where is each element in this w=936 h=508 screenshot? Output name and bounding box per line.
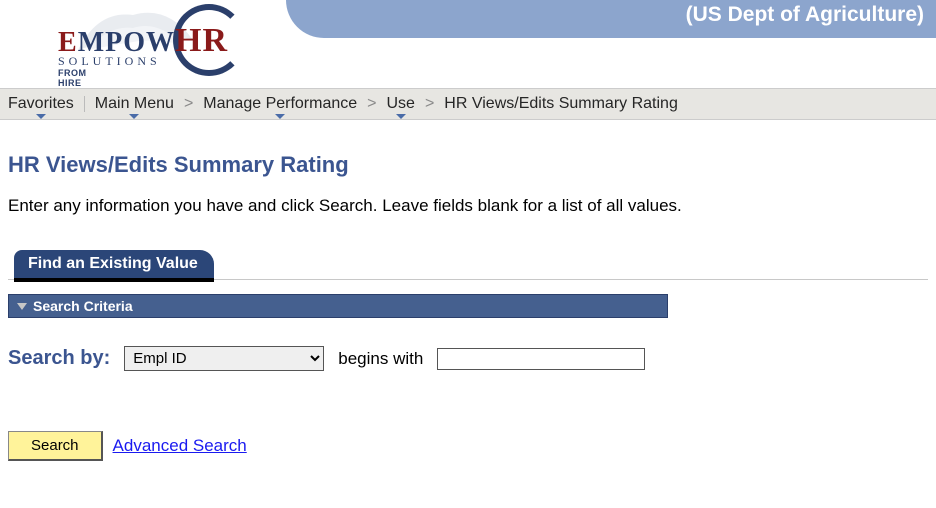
breadcrumb-manage-performance[interactable]: Manage Performance <box>203 95 357 113</box>
search-by-select[interactable]: Empl ID <box>124 346 324 371</box>
logo-suffix: HR <box>175 22 228 59</box>
chevron-right-icon: > <box>425 95 434 113</box>
breadcrumb: Favorites Main Menu > Manage Performance… <box>0 88 936 120</box>
breadcrumb-main-menu[interactable]: Main Menu <box>95 95 174 113</box>
page-title: HR Views/Edits Summary Rating <box>8 152 928 178</box>
tab-row: Find an Existing Value <box>8 250 928 280</box>
chevron-right-icon: > <box>367 95 376 113</box>
advanced-search-link[interactable]: Advanced Search <box>113 436 247 456</box>
chevron-right-icon: > <box>184 95 193 113</box>
search-input[interactable] <box>437 348 645 370</box>
search-row: Search by: Empl ID begins with <box>8 346 928 371</box>
logo-sub2: FROM HIRE TO RETIRE <box>58 68 94 88</box>
triangle-down-icon <box>17 303 27 310</box>
search-criteria-label: Search Criteria <box>33 298 133 314</box>
content: HR Views/Edits Summary Rating Enter any … <box>0 120 936 481</box>
header-banner: (US Dept of Agriculture) EMPOWHR SOLUTIO… <box>0 0 936 88</box>
search-button[interactable]: Search <box>8 431 103 461</box>
breadcrumb-use[interactable]: Use <box>387 95 415 113</box>
logo-sub1: SOLUTIONS <box>58 54 161 69</box>
breadcrumb-current: HR Views/Edits Summary Rating <box>444 95 678 113</box>
breadcrumb-divider <box>84 96 85 112</box>
org-title: (US Dept of Agriculture) <box>686 3 924 27</box>
tab-find-existing[interactable]: Find an Existing Value <box>14 250 214 282</box>
search-by-label: Search by: <box>8 347 110 370</box>
breadcrumb-favorites[interactable]: Favorites <box>8 95 74 113</box>
search-criteria-bar[interactable]: Search Criteria <box>8 294 668 318</box>
operator-label: begins with <box>338 349 423 369</box>
instructions: Enter any information you have and click… <box>8 196 928 216</box>
button-row: Search Advanced Search <box>8 431 928 461</box>
